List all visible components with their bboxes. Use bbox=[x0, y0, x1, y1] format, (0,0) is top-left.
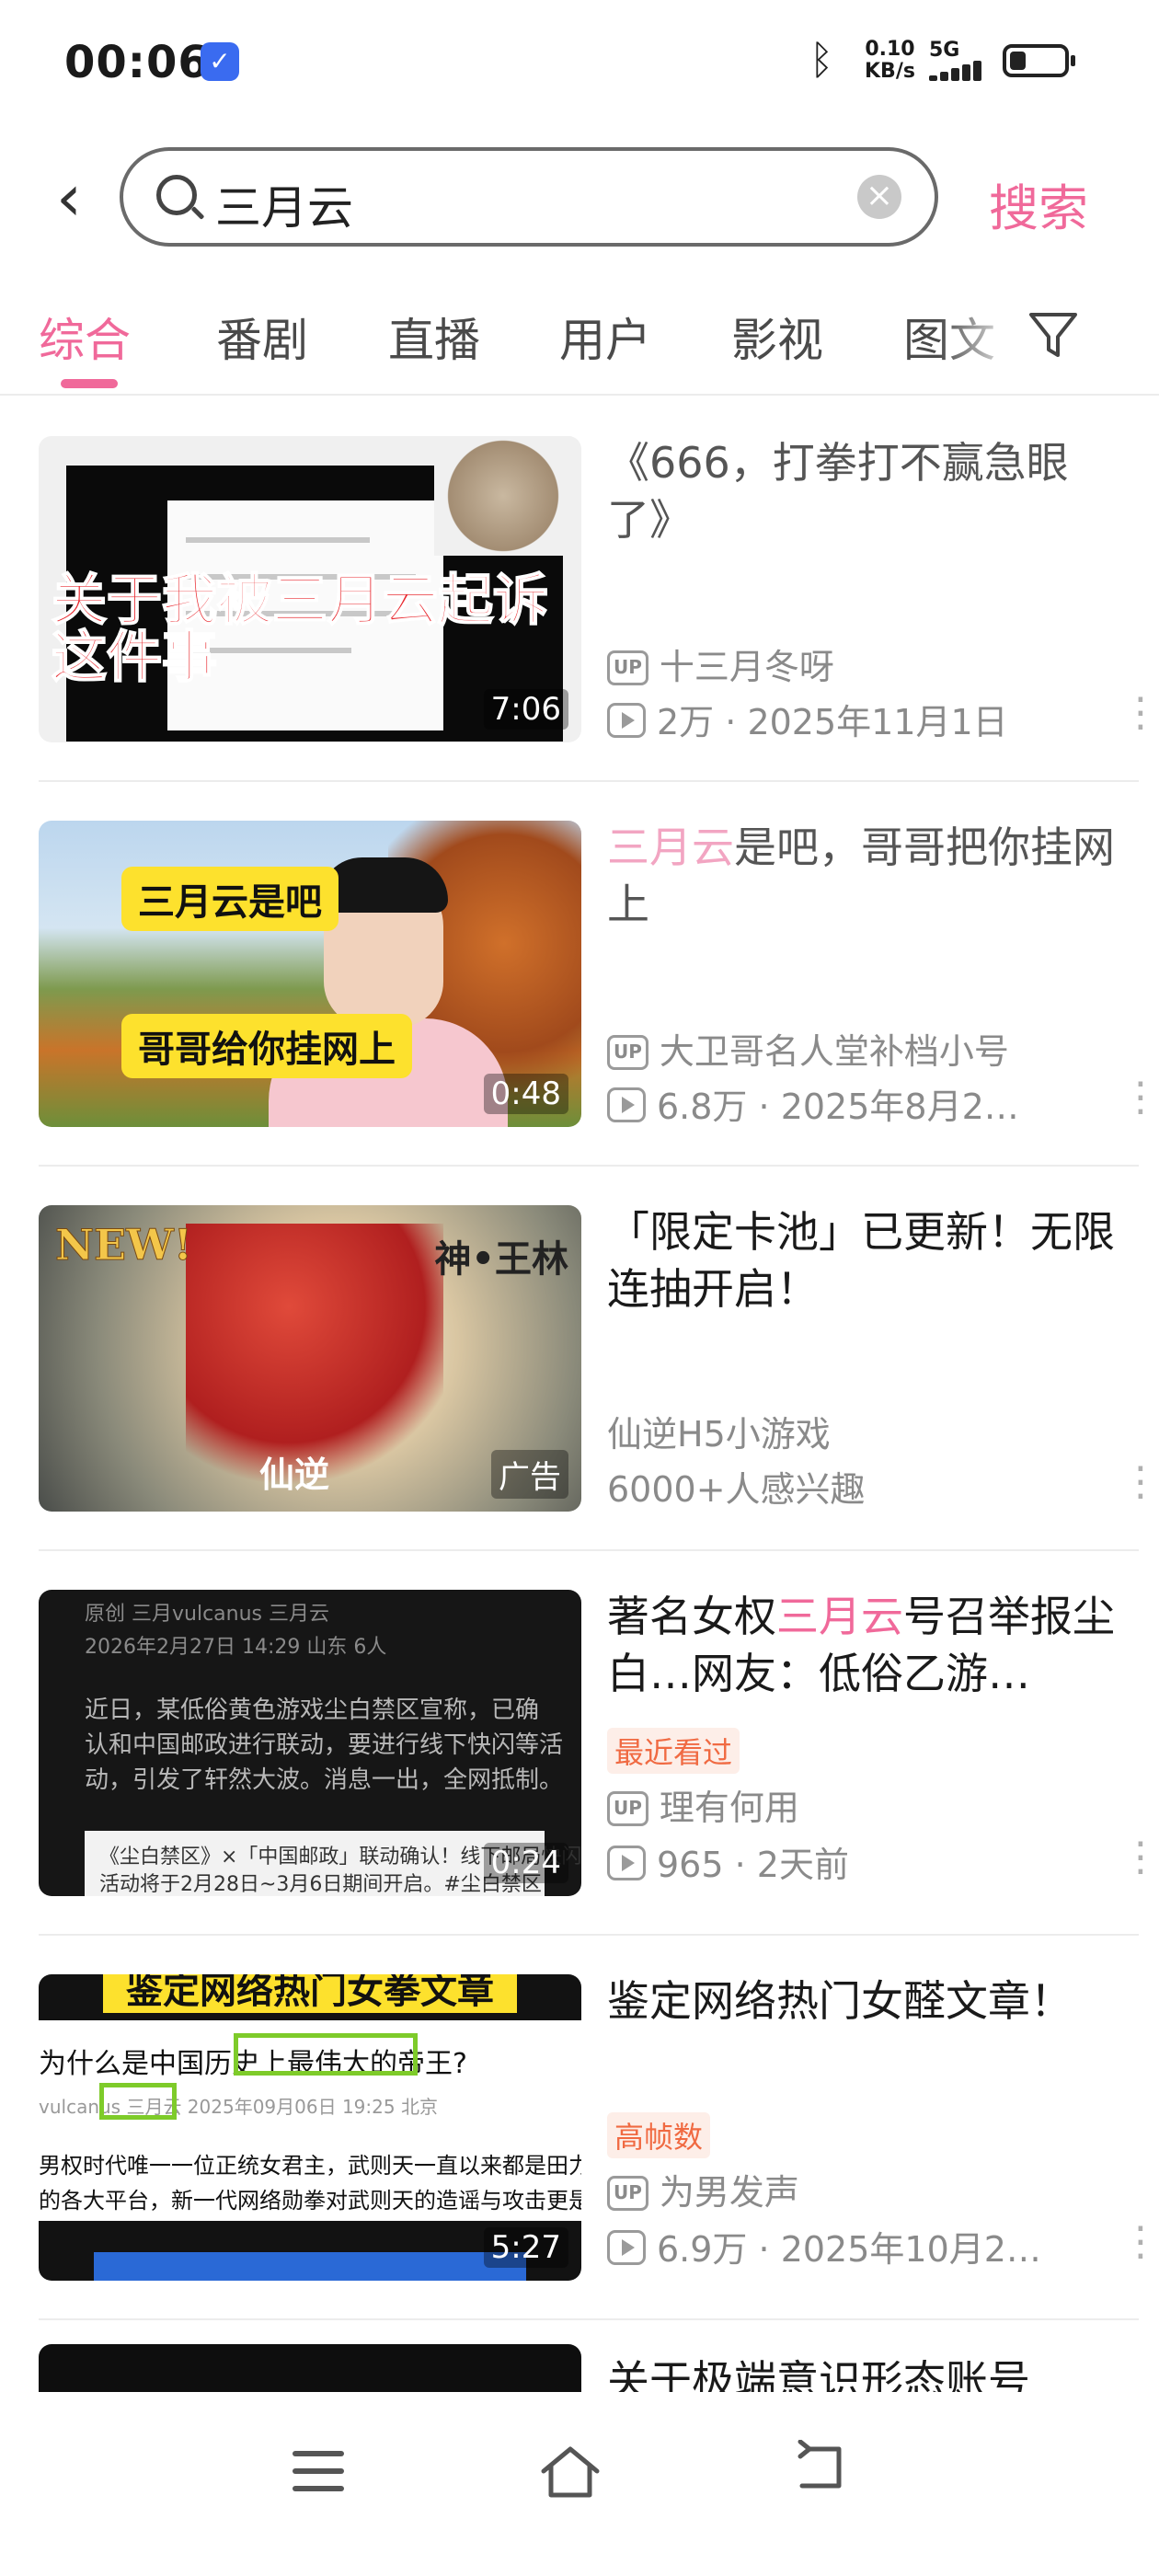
thumbnail-caption: 哥哥给你挂网上 bbox=[121, 1014, 412, 1078]
interest-count: 6000+人感兴趣 bbox=[607, 1469, 866, 1510]
result-card[interactable]: 鉴定网络热门女拳文章 为什么是中国历史上最伟大的帝王? vulcanus 三月云… bbox=[39, 1936, 1159, 2320]
video-duration: 5:27 bbox=[483, 2227, 568, 2268]
video-duration: 7:06 bbox=[483, 689, 568, 730]
result-card[interactable]: 关于我被三月云起诉 这件事 7:06 《666，打拳打不赢急眼了》 UP 十三月冬… bbox=[39, 397, 1159, 782]
video-thumbnail[interactable]: 三月云是吧 哥哥给你挂网上 0:48 bbox=[39, 821, 581, 1127]
play-count-icon bbox=[607, 2230, 646, 2265]
ad-title[interactable]: 「限定卡池」已更新！无限连抽开启！ bbox=[607, 1203, 1131, 1317]
clear-icon[interactable]: × bbox=[857, 175, 901, 219]
home-icon[interactable] bbox=[538, 2440, 602, 2504]
uploader-row[interactable]: UP 为男发声 bbox=[607, 2164, 799, 2214]
high-framerate-badge: 高帧数 bbox=[607, 2112, 711, 2158]
result-card[interactable]: 原创 三月vulcanus 三月云 2026年2月27日 14:29 山东 6人… bbox=[39, 1551, 1159, 1936]
play-count-icon bbox=[607, 703, 646, 738]
back-button[interactable]: ‹ bbox=[37, 156, 101, 239]
video-title[interactable]: 著名女权三月云号召举报尘白…网友：低俗乙游… bbox=[607, 1588, 1131, 1702]
up-icon: UP bbox=[607, 650, 648, 685]
tab-all[interactable]: 综合 bbox=[39, 304, 131, 370]
more-options-button[interactable]: ⋮ bbox=[1120, 2222, 1159, 2262]
more-options-button[interactable]: ⋮ bbox=[1120, 693, 1159, 733]
status-time: 00:06 bbox=[64, 37, 210, 88]
uploader-row[interactable]: UP 十三月冬呀 bbox=[607, 638, 834, 689]
back-nav-icon[interactable] bbox=[793, 2440, 848, 2495]
uploader-name: 理有何用 bbox=[659, 1788, 799, 1828]
recently-watched-badge: 最近看过 bbox=[607, 1728, 740, 1774]
more-options-button[interactable]: ⋮ bbox=[1120, 1077, 1159, 1118]
battery-icon bbox=[1003, 44, 1075, 77]
video-thumbnail[interactable]: 关于我被三月云起诉 这件事 7:06 bbox=[39, 436, 581, 742]
ad-label: 广告 bbox=[491, 1450, 568, 1499]
search-icon bbox=[156, 175, 197, 215]
video-title[interactable]: 《666，打拳打不赢急眼了》 bbox=[607, 434, 1131, 548]
uploader-row[interactable]: UP 大卫哥名人堂补档小号 bbox=[607, 1023, 1009, 1074]
video-thumbnail[interactable] bbox=[39, 2344, 581, 2399]
views-row: 6.9万 · 2025年10月2… bbox=[607, 2221, 1041, 2271]
uploader-name: 为男发声 bbox=[659, 2172, 799, 2213]
play-count-icon bbox=[607, 1846, 646, 1880]
video-thumbnail[interactable]: 原创 三月vulcanus 三月云 2026年2月27日 14:29 山东 6人… bbox=[39, 1590, 581, 1896]
play-count-icon bbox=[607, 1087, 646, 1122]
thumbnail-caption: 关于我被三月云起诉 这件事 bbox=[51, 569, 549, 690]
network-speed-unit: KB/s bbox=[865, 60, 915, 83]
uploader-name: 大卫哥名人堂补档小号 bbox=[659, 1031, 1009, 1072]
views-row: 6.8万 · 2025年8月2… bbox=[607, 1078, 1019, 1129]
video-duration: 0:48 bbox=[483, 1074, 568, 1114]
result-card[interactable]: 三月云是吧 哥哥给你挂网上 0:48 三月云是吧，哥哥把你挂网上 UP 大卫哥名人… bbox=[39, 782, 1159, 1167]
tab-live[interactable]: 直播 bbox=[388, 304, 480, 370]
game-logo: 仙逆 bbox=[259, 1455, 330, 1495]
thumbnail-caption: 三月云是吧 bbox=[121, 867, 339, 931]
status-bar: 00:06 ✓ ᛒ 0.10 KB/s 5G bbox=[0, 0, 1159, 124]
network-speed: 0.10 KB/s bbox=[865, 39, 915, 83]
search-query[interactable]: 三月云 bbox=[215, 171, 353, 237]
thumbnail-new-label: NEW! bbox=[55, 1220, 193, 1271]
video-title[interactable]: 鉴定网络热门女醛文章！ bbox=[607, 1972, 1131, 2030]
tab-users[interactable]: 用户 bbox=[559, 304, 651, 370]
thumbnail-caption: 鉴定网络热门女拳文章 bbox=[103, 1974, 517, 2013]
uploader-name: 十三月冬呀 bbox=[659, 647, 834, 687]
video-title[interactable]: 三月云是吧，哥哥把你挂网上 bbox=[607, 819, 1131, 933]
tab-indicator bbox=[61, 379, 118, 388]
bluetooth-icon: ᛒ bbox=[809, 37, 834, 84]
ad-card[interactable]: NEW! 神•王林 仙逆 广告 「限定卡池」已更新！无限连抽开启！ 仙逆H5小游… bbox=[39, 1167, 1159, 1551]
views-row: 965 · 2天前 bbox=[607, 1836, 849, 1887]
tab-anime[interactable]: 番剧 bbox=[216, 304, 308, 370]
up-icon: UP bbox=[607, 1791, 648, 1826]
tab-movies[interactable]: 影视 bbox=[731, 304, 823, 370]
uploader-row[interactable]: UP 理有何用 bbox=[607, 1779, 799, 1830]
video-thumbnail[interactable]: 鉴定网络热门女拳文章 为什么是中国历史上最伟大的帝王? vulcanus 三月云… bbox=[39, 1974, 581, 2281]
search-input[interactable]: 三月云 × bbox=[120, 147, 938, 247]
battery-level bbox=[1010, 52, 1026, 70]
tab-bar: 综合 番剧 直播 用户 影视 图文 bbox=[0, 294, 1159, 396]
ad-thumbnail[interactable]: NEW! 神•王林 仙逆 广告 bbox=[39, 1205, 581, 1512]
views-row: 2万 · 2025年11月1日 bbox=[607, 694, 1008, 744]
shield-icon: ✓ bbox=[201, 42, 239, 81]
signal-icon bbox=[929, 61, 984, 81]
chevron-left-icon: ‹ bbox=[56, 160, 82, 236]
search-button[interactable]: 搜索 bbox=[989, 167, 1088, 240]
network-speed-value: 0.10 bbox=[865, 38, 915, 61]
network-type: 5G bbox=[929, 39, 960, 62]
up-icon: UP bbox=[607, 1035, 648, 1070]
system-navigation-bar bbox=[0, 2392, 1159, 2576]
video-duration: 0:24 bbox=[483, 1843, 568, 1883]
meme-cat-image bbox=[434, 436, 572, 556]
advertiser-name[interactable]: 仙逆H5小游戏 bbox=[607, 1406, 831, 1456]
thumbnail-character-name: 神•王林 bbox=[434, 1238, 568, 1281]
filter-icon[interactable] bbox=[1026, 307, 1081, 362]
up-icon: UP bbox=[607, 2176, 648, 2211]
menu-icon[interactable] bbox=[293, 2451, 344, 2491]
more-options-button[interactable]: ⋮ bbox=[1120, 1837, 1159, 1878]
more-options-button[interactable]: ⋮ bbox=[1120, 1462, 1159, 1502]
